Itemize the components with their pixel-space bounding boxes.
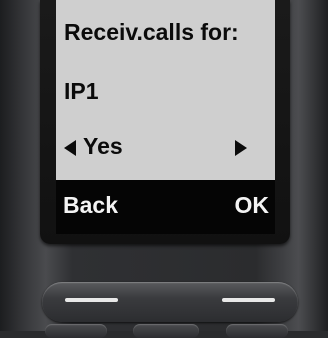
selected-value: Yes <box>83 133 123 159</box>
call-key[interactable] <box>45 324 107 338</box>
menu-title: Receiv.calls for: <box>64 19 239 45</box>
lower-key-row <box>0 324 328 338</box>
phone-housing: Receiv.calls for: IP1 Yes Back OK <box>0 0 328 338</box>
back-softkey-label[interactable]: Back <box>63 194 118 217</box>
end-call-key[interactable] <box>226 324 288 338</box>
display-screen: Receiv.calls for: IP1 Yes Back OK <box>56 0 275 234</box>
left-softkey-button[interactable] <box>65 298 118 302</box>
right-softkey-button[interactable] <box>222 298 275 302</box>
navigation-key[interactable] <box>133 324 199 338</box>
triangle-left-icon[interactable] <box>64 140 76 156</box>
softkey-bar: Back OK <box>56 180 275 234</box>
triangle-right-icon[interactable] <box>235 140 247 156</box>
option-selector[interactable]: Yes <box>64 135 267 161</box>
softkey-rocker <box>42 282 298 322</box>
ok-softkey-label[interactable]: OK <box>235 194 270 217</box>
connection-name: IP1 <box>64 78 99 104</box>
